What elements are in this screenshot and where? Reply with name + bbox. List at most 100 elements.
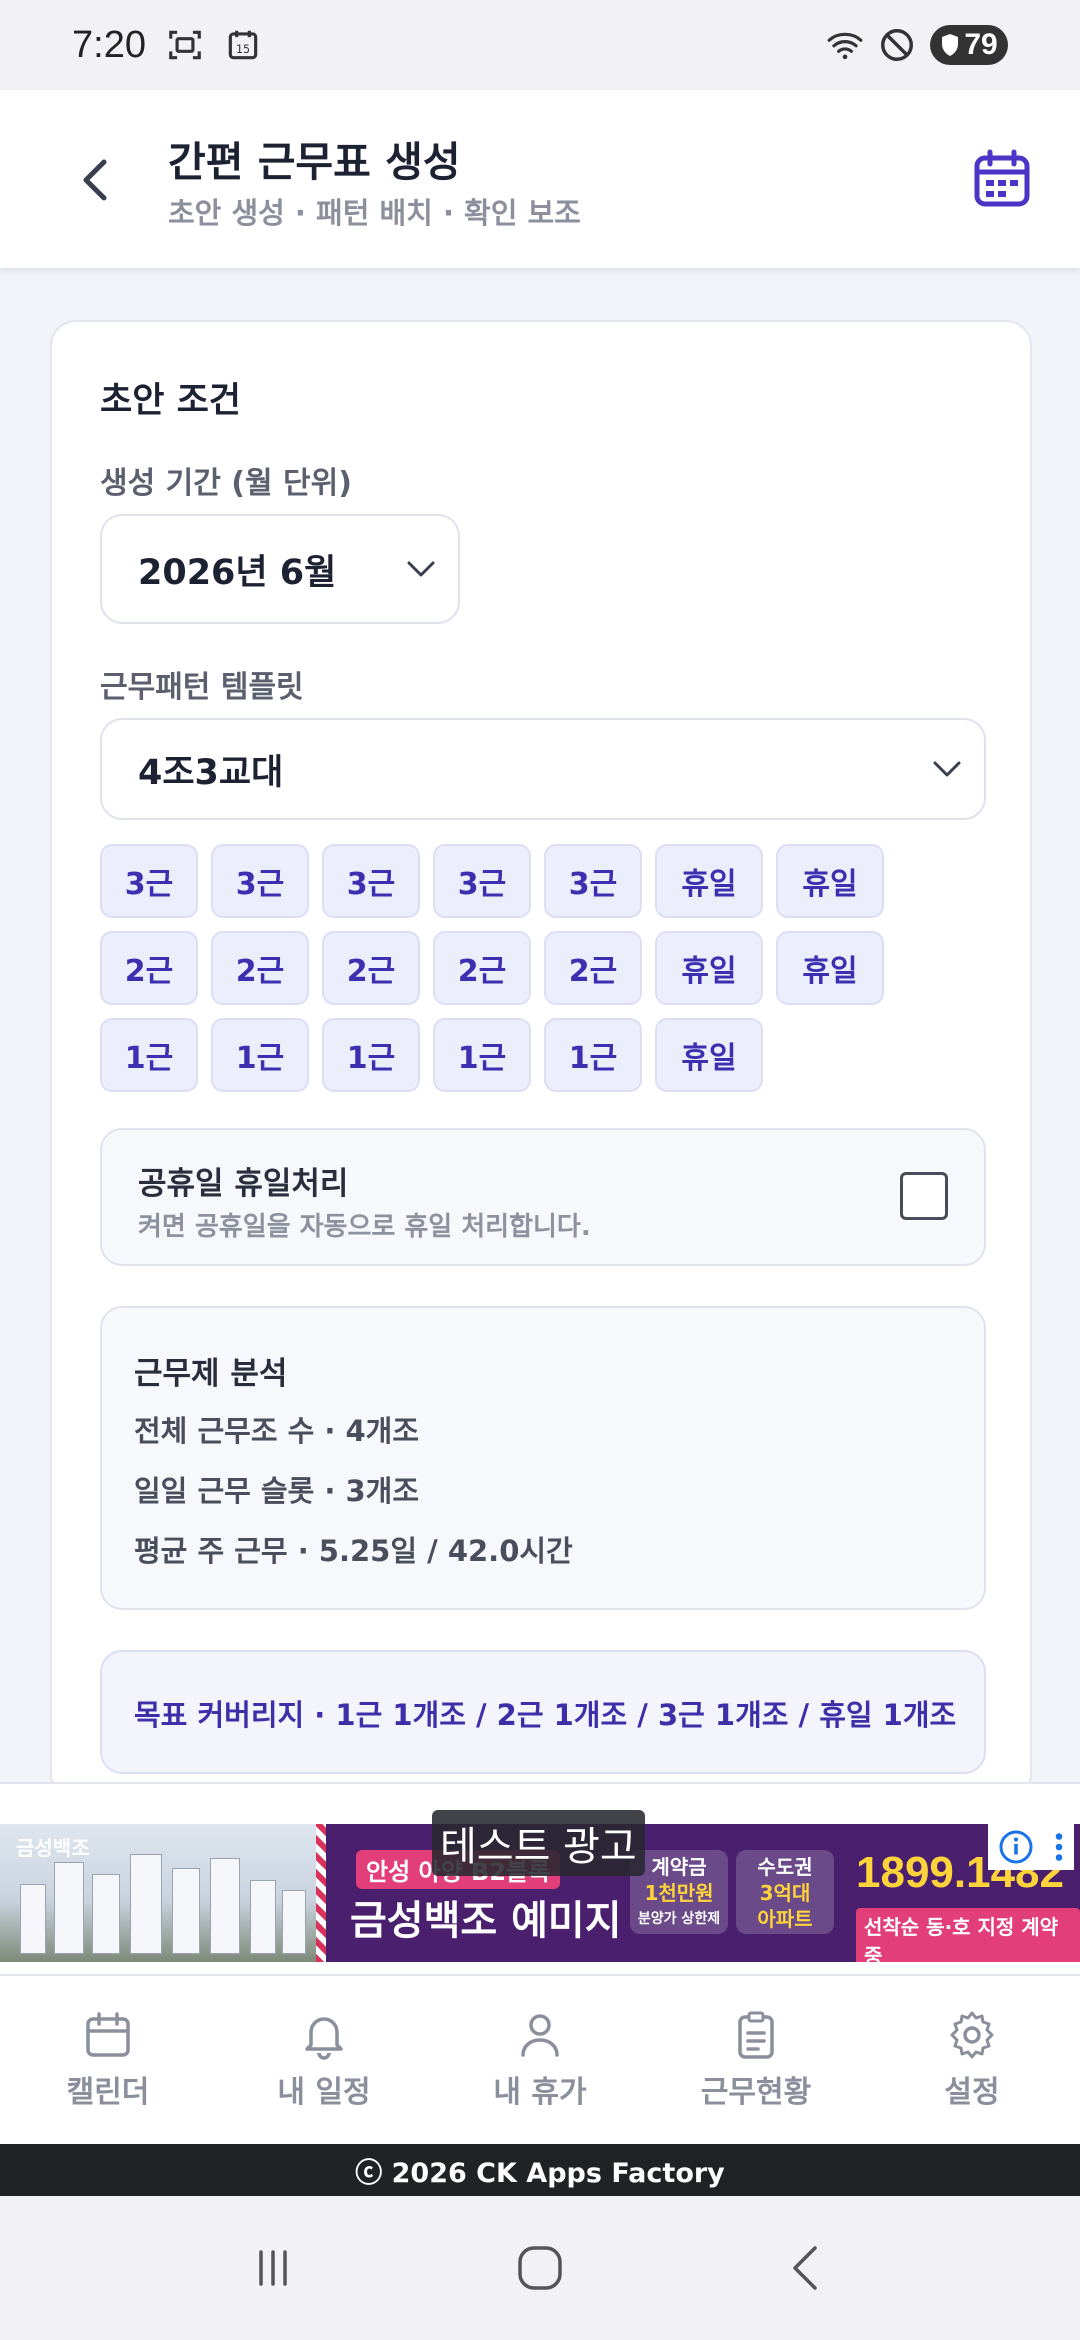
battery-icon: 79 <box>930 25 1008 65</box>
ad-label: 테스트 광고 <box>432 1810 645 1876</box>
holiday-toggle-row[interactable]: 공휴일 휴일처리 켜면 공휴일을 자동으로 휴일 처리합니다. <box>100 1128 986 1266</box>
pattern-chip[interactable]: 3근 <box>322 844 420 918</box>
ad-logo: 금성백조 <box>16 1836 90 1860</box>
nav-label: 캘린더 <box>66 2075 150 2110</box>
pattern-row-3: 1근 1근 1근 1근 1근 휴일 <box>100 1018 763 1092</box>
ad-badge-line: 3억대 <box>759 1881 811 1905</box>
coverage-panel: 목표 커버리지 · 1근 1개조 / 2근 1개조 / 3근 1개조 / 휴일 … <box>100 1650 986 1774</box>
app-header: 간편 근무표 생성 초안 생성 · 패턴 배치 · 확인 보조 <box>0 90 1080 270</box>
wifi-icon <box>827 32 863 60</box>
pattern-chip[interactable]: 2근 <box>100 931 198 1005</box>
ad-banner[interactable]: 금성백조 안성 아양 B2블록 금성백조 예미지 계약금 1천만원 분양가 상한… <box>0 1782 1080 1976</box>
nav-label: 설정 <box>944 2075 1000 2110</box>
ad-building <box>20 1884 46 1954</box>
page-subtitle: 초안 생성 · 패턴 배치 · 확인 보조 <box>168 196 581 230</box>
pattern-chip[interactable]: 휴일 <box>655 931 763 1005</box>
pattern-chip[interactable]: 2근 <box>322 931 420 1005</box>
chevron-down-icon <box>407 561 435 577</box>
ad-brand: 금성백조 예미지 <box>350 1898 622 1944</box>
pattern-chip[interactable]: 2근 <box>433 931 531 1005</box>
bell-icon <box>305 2017 343 2060</box>
ad-badge-line: 아파트 <box>757 1907 813 1931</box>
status-right: 79 <box>826 25 1008 65</box>
pattern-chip[interactable]: 휴일 <box>655 844 763 918</box>
battery-level: 79 <box>964 28 998 61</box>
nav-item-my-schedule[interactable]: 내 일정 <box>216 1976 432 2144</box>
pattern-row-2: 2근 2근 2근 2근 2근 휴일 휴일 <box>100 931 884 1005</box>
status-left: 7:20 15 <box>72 24 262 67</box>
pattern-chip[interactable]: 휴일 <box>776 844 884 918</box>
pattern-chip[interactable]: 1근 <box>322 1018 420 1092</box>
ad-building <box>92 1874 120 1954</box>
pattern-chip[interactable]: 1근 <box>544 1018 642 1092</box>
holiday-checkbox[interactable] <box>900 1172 948 1220</box>
pattern-chip[interactable]: 1근 <box>433 1018 531 1092</box>
template-label: 근무패턴 템플릿 <box>100 670 304 705</box>
ad-building <box>172 1868 200 1954</box>
svg-text:15: 15 <box>236 43 250 56</box>
analysis-line-total-teams: 전체 근무조 수 · 4개조 <box>134 1414 420 1448</box>
nav-item-work-status[interactable]: 근무현황 <box>648 1976 864 2144</box>
draft-conditions-card: 초안 조건 생성 기간 (월 단위) 2026년 6월 근무패턴 템플릿 4조3… <box>50 320 1032 1800</box>
holiday-toggle-description: 켜면 공휴일을 자동으로 휴일 처리합니다. <box>138 1212 591 1242</box>
pattern-chip[interactable]: 휴일 <box>655 1018 763 1092</box>
calendar-icon-button[interactable] <box>972 148 1032 210</box>
pattern-chip[interactable]: 3근 <box>100 844 198 918</box>
info-icon[interactable] <box>998 1829 1034 1865</box>
ad-badge-line: 수도권 <box>757 1855 813 1879</box>
more-vertical-icon[interactable] <box>1053 1829 1065 1865</box>
nav-label: 근무현황 <box>700 2075 812 2110</box>
ad-building <box>250 1880 276 1954</box>
home-icon[interactable] <box>512 2240 568 2296</box>
recent-apps-icon[interactable] <box>245 2240 301 2296</box>
do-not-disturb-icon <box>881 29 913 61</box>
pattern-chip[interactable]: 3근 <box>211 844 309 918</box>
ad-badge-line: 1천만원 <box>644 1881 714 1905</box>
period-select[interactable]: 2026년 6월 <box>100 514 460 624</box>
ad-building <box>54 1862 84 1954</box>
page-title: 간편 근무표 생성 <box>168 138 461 186</box>
analysis-panel: 근무제 분석 전체 근무조 수 · 4개조 일일 근무 슬롯 · 3개조 평균 … <box>100 1306 986 1610</box>
ad-info-button[interactable] <box>988 1824 1074 1870</box>
period-value: 2026년 6월 <box>138 552 337 593</box>
analysis-line-weekly-average: 평균 주 근무 · 5.25일 / 42.0시간 <box>134 1534 573 1568</box>
template-value: 4조3교대 <box>138 752 284 793</box>
status-bar: 7:20 15 79 <box>0 0 1080 90</box>
pattern-chip[interactable]: 3근 <box>544 844 642 918</box>
calendar-icon <box>86 2012 130 2057</box>
pattern-chip[interactable]: 2근 <box>211 931 309 1005</box>
coverage-text: 목표 커버리지 · 1근 1개조 / 2근 1개조 / 3근 1개조 / 휴일 … <box>134 1698 957 1732</box>
shield-icon <box>942 34 959 56</box>
chevron-down-icon <box>933 761 961 777</box>
ad-stripe <box>316 1824 326 1962</box>
gear-icon <box>950 2011 994 2059</box>
pattern-chip[interactable]: 3근 <box>433 844 531 918</box>
back-icon[interactable] <box>779 2240 835 2296</box>
ad-building <box>282 1890 306 1954</box>
pattern-chip[interactable]: 1근 <box>100 1018 198 1092</box>
calendar-15-icon: 15 <box>228 30 258 60</box>
period-label: 생성 기간 (월 단위) <box>100 466 352 501</box>
ad-phone-sub: 선착순 동·호 지정 계약중 <box>856 1908 1080 1962</box>
person-icon <box>521 2014 559 2057</box>
template-select[interactable]: 4조3교대 <box>100 718 986 820</box>
clipboard-icon <box>738 2011 774 2059</box>
ad-photo: 금성백조 <box>0 1824 316 1962</box>
ad-building <box>130 1854 162 1954</box>
analysis-title: 근무제 분석 <box>134 1356 288 1392</box>
section-title: 초안 조건 <box>100 381 241 421</box>
pattern-row-1: 3근 3근 3근 3근 3근 휴일 휴일 <box>100 844 884 918</box>
pattern-chip[interactable]: 휴일 <box>776 931 884 1005</box>
ad-badge-line: 분양가 상한제 <box>637 1911 721 1927</box>
nav-item-calendar[interactable]: 캘린더 <box>0 1976 216 2144</box>
back-button[interactable] <box>70 152 120 208</box>
nav-item-settings[interactable]: 설정 <box>864 1976 1080 2144</box>
ad-building <box>210 1858 240 1954</box>
nav-label: 내 휴가 <box>493 2075 587 2110</box>
pattern-chip[interactable]: 2근 <box>544 931 642 1005</box>
nav-item-my-vacation[interactable]: 내 휴가 <box>432 1976 648 2144</box>
system-navigation-bar <box>0 2196 1080 2340</box>
pattern-chip[interactable]: 1근 <box>211 1018 309 1092</box>
holiday-toggle-title: 공휴일 휴일처리 <box>138 1166 349 1202</box>
screenshot-icon <box>169 30 201 60</box>
